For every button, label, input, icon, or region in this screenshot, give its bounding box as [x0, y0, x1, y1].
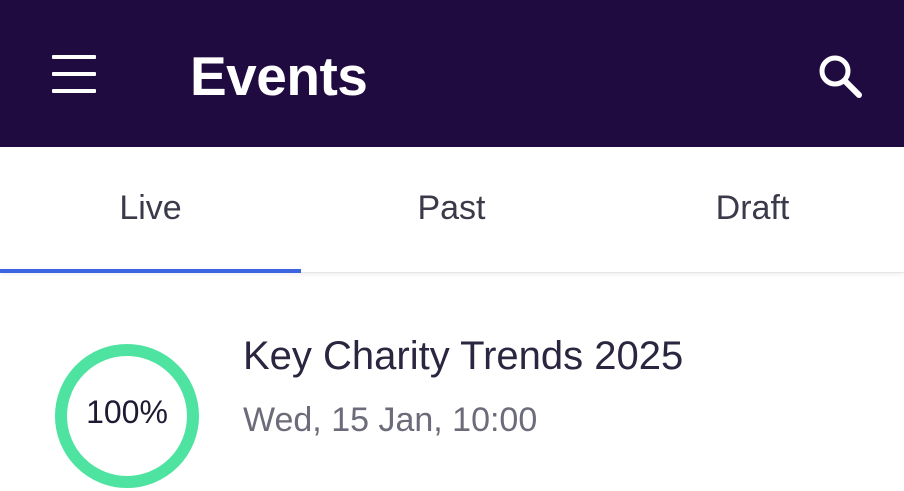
event-title: Key Charity Trends 2025: [243, 334, 684, 378]
tab-selected-indicator: [0, 269, 301, 273]
menu-line: [52, 72, 96, 76]
tab-draft-label: Draft: [715, 188, 790, 227]
event-tabs: Live Past Draft: [0, 147, 904, 273]
tab-past-label: Past: [417, 188, 486, 227]
page-title: Events: [190, 45, 368, 107]
tab-live-label: Live: [119, 188, 182, 227]
menu-line: [52, 89, 96, 93]
event-date: Wed, 15 Jan, 10:00: [243, 401, 538, 439]
tab-live[interactable]: Live: [0, 147, 301, 273]
search-icon-graphic: [819, 55, 862, 98]
event-list-item[interactable]: 100% Key Charity Trends 2025 Wed, 15 Jan…: [0, 274, 904, 488]
search-icon[interactable]: [815, 51, 865, 101]
progress-percentage: 100%: [86, 394, 168, 430]
tab-draft[interactable]: Draft: [602, 147, 903, 273]
app-bar: Events: [0, 0, 904, 147]
tab-past[interactable]: Past: [301, 147, 602, 273]
menu-line: [52, 55, 96, 59]
hamburger-menu-icon[interactable]: [52, 55, 96, 93]
